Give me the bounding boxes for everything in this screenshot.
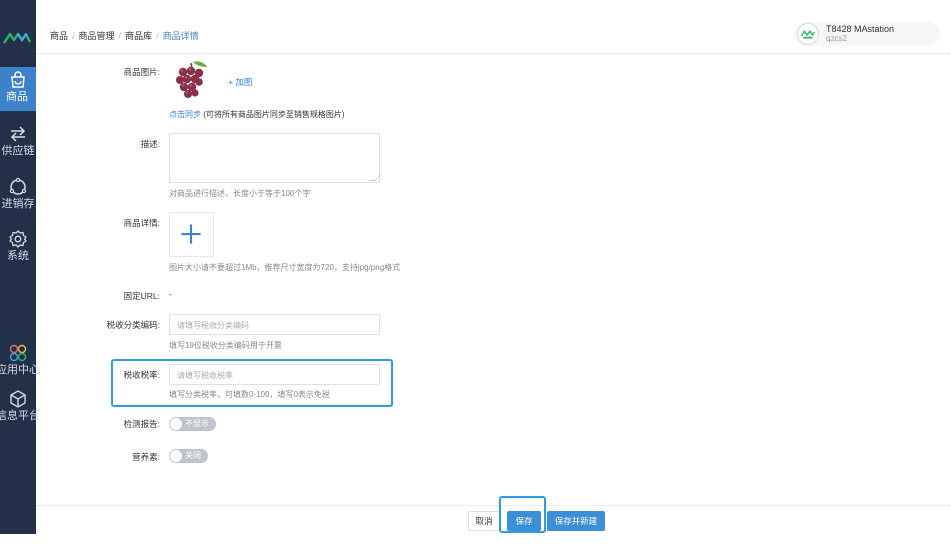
tax-rate-label: 税收税率: [123, 370, 160, 380]
top-bar: 商品 / 商品管理 / 商品库 / 商品详情 T8428 MAstation qzcs2 [36, 16, 951, 54]
breadcrumb-item[interactable]: 商品 [50, 31, 68, 41]
breadcrumb-item[interactable]: 商品库 [125, 31, 152, 41]
brand-avatar-icon [801, 29, 815, 39]
tax-code-label: 税收分类编码: [106, 320, 160, 330]
cube-icon [10, 390, 26, 408]
sidebar-item-label: 商品 [6, 91, 28, 103]
gear-icon [9, 230, 27, 248]
switch-knob [170, 450, 182, 462]
cycle-icon [9, 177, 27, 195]
tax-code-hint: 填写19位税收分类编码用于开票 [169, 341, 282, 350]
apps-icon [9, 344, 27, 362]
sidebar-item-goods[interactable]: 商品 [0, 67, 36, 111]
add-image-button[interactable]: + 加图 [228, 76, 252, 88]
detail-hint: 图片大小请不要超过1Mb，推荐尺寸宽度为720，支持jpg/png格式 [169, 263, 401, 272]
swap-arrows-icon [10, 126, 26, 142]
description-hint: 对商品进行描述，长度小于等于100个字 [169, 189, 311, 198]
sidebar-item-label: 应用中心 [0, 364, 40, 376]
nutrients-label: 营养素: [132, 452, 160, 462]
brand-logo [3, 32, 32, 44]
sidebar-item-info-platform[interactable]: 信息平台 [0, 386, 40, 430]
switch-knob [170, 418, 182, 430]
sync-images-note: (可将所有商品图片同步至销售规格图片) [203, 110, 345, 119]
inspection-report-label: 检测报告: [123, 419, 160, 429]
sidebar-item-system[interactable]: 系统 [0, 226, 36, 270]
nutrients-switch[interactable]: 关闭 [169, 449, 208, 463]
sidebar-item-label: 供应链 [1, 145, 35, 157]
save-and-new-button[interactable]: 保存并新建 [547, 511, 605, 531]
switch-text: 关闭 [185, 451, 201, 460]
shopping-bag-icon [11, 71, 25, 88]
cancel-button[interactable]: 取消 [468, 511, 500, 531]
sidebar-item-label: 系统 [7, 250, 29, 262]
tax-rate-hint: 填写分类税率，可填数0-100，填写0表示免税 [169, 390, 330, 399]
account-menu[interactable]: T8428 MAstation qzcs2 [794, 22, 940, 46]
sidebar-item-inventory[interactable]: 进销存 [0, 174, 36, 218]
detail-upload-button[interactable] [169, 212, 214, 257]
description-textarea[interactable] [169, 133, 381, 183]
tax-rate-input[interactable]: 请填写税收税率 [169, 364, 380, 385]
detail-label: 商品详情: [123, 218, 160, 228]
avatar [797, 23, 819, 45]
sidebar-item-label: 信息平台 [0, 410, 40, 422]
sidebar-item-label: 进销存 [1, 198, 35, 210]
resize-handle-icon[interactable] [369, 175, 381, 181]
sync-images-link[interactable]: 点击同步 [169, 110, 201, 119]
breadcrumb: 商品 / 商品管理 / 商品库 / 商品详情 [50, 31, 199, 41]
app-root: 商品 供应链 进销存 系统 应用中心 信息平台 商品 / 商品管理 / 商品库 … [0, 0, 951, 552]
sidebar-item-supply-chain[interactable]: 供应链 [0, 121, 36, 165]
sidebar: 商品 供应链 进销存 系统 应用中心 信息平台 [0, 0, 40, 534]
fixed-url-value: - [169, 290, 172, 299]
fixed-url-label: 固定URL: [123, 291, 160, 301]
account-sub: qzcs2 [826, 34, 847, 43]
plus-icon [181, 224, 201, 244]
breadcrumb-item[interactable]: 商品管理 [79, 31, 115, 41]
inspection-report-switch[interactable]: 不显示 [169, 417, 216, 431]
product-image-grapes[interactable] [169, 58, 215, 104]
breadcrumb-current: 商品详情 [162, 31, 199, 41]
images-label: 商品图片: [123, 67, 160, 77]
sidebar-item-app-center[interactable]: 应用中心 [0, 340, 40, 384]
save-button[interactable]: 保存 [507, 511, 541, 531]
sync-row: 点击同步 (可将所有商品图片同步至销售规格图片) [169, 109, 345, 120]
description-label: 描述: [140, 139, 160, 149]
tax-code-input[interactable]: 请填写税收分类编码 [169, 314, 380, 335]
switch-text: 不显示 [185, 419, 209, 428]
account-name: T8428 MAstation [826, 24, 895, 34]
